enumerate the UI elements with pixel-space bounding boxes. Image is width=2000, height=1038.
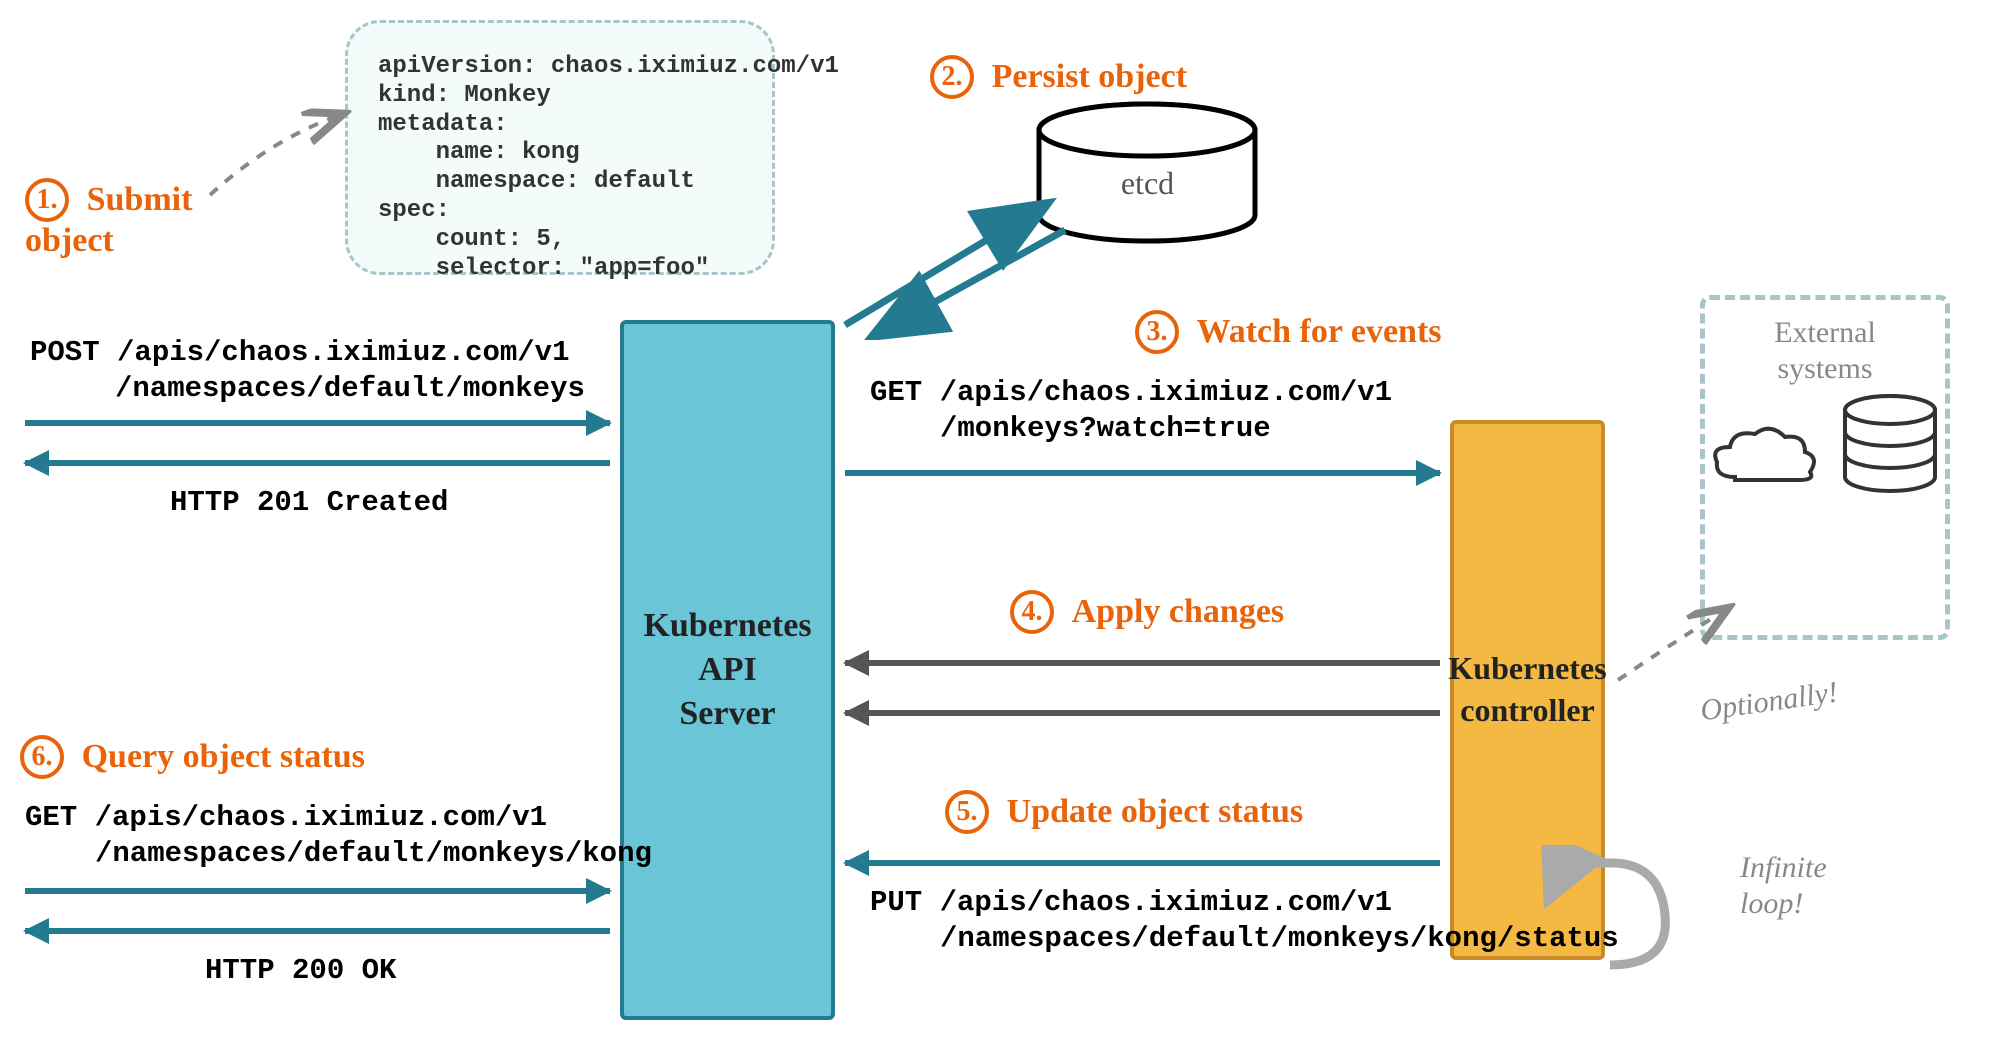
get-watch-text: GET /apis/chaos.iximiuz.com/v1 /monkeys?…	[870, 375, 1392, 448]
arrow-post-resp	[25, 460, 610, 466]
pointer-arrow-external	[1610, 595, 1740, 690]
step-badge-6: 6.	[20, 735, 64, 779]
step-5: 5. Update object status	[945, 790, 1303, 834]
step-label-4: Apply changes	[1072, 593, 1285, 630]
note-infinite: Infiniteloop!	[1740, 850, 1827, 922]
cloud-icon	[1705, 422, 1825, 502]
arrow-post-req	[25, 420, 610, 426]
yaml-manifest-box: apiVersion: chaos.iximiuz.com/v1 kind: M…	[345, 20, 775, 275]
step-label-3: Watch for events	[1197, 313, 1442, 350]
api-server-box: KubernetesAPIServer	[620, 320, 835, 1020]
step-6: 6. Query object status	[20, 735, 365, 779]
external-systems-box: Externalsystems	[1700, 295, 1950, 640]
step-label-5: Update object status	[1007, 793, 1304, 830]
step-label-2: Persist object	[992, 58, 1187, 95]
post-request-text: POST /apis/chaos.iximiuz.com/v1 /namespa…	[30, 335, 585, 408]
pointer-arrow-yaml	[200, 100, 360, 210]
infinite-loop-arrow	[1455, 845, 1685, 1020]
arrow-put-status	[845, 860, 1440, 866]
step-2: 2. Persist object	[930, 55, 1187, 99]
api-server-label: KubernetesAPIServer	[643, 604, 811, 737]
arrow-get-status-resp	[25, 928, 610, 934]
arrow-get-status-req	[25, 888, 610, 894]
get-status-text: GET /apis/chaos.iximiuz.com/v1 /namespac…	[25, 800, 652, 873]
database-icon	[1835, 392, 1945, 502]
resp-201: HTTP 201 Created	[170, 485, 448, 521]
step-label-6: Query object status	[82, 738, 365, 775]
step-badge-4: 4.	[1010, 590, 1054, 634]
step-3: 3. Watch for events	[1135, 310, 1442, 354]
step-badge-2: 2.	[930, 55, 974, 99]
resp-200: HTTP 200 OK	[205, 953, 396, 989]
step-badge-5: 5.	[945, 790, 989, 834]
arrows-etcd	[820, 180, 1080, 340]
step-badge-1: 1.	[25, 178, 69, 222]
controller-label: Kubernetescontroller	[1448, 648, 1606, 731]
arrow-apply-1	[845, 660, 1440, 666]
step-1: 1. Submitobject	[25, 178, 192, 260]
step-4: 4. Apply changes	[1010, 590, 1284, 634]
arrow-apply-2	[845, 710, 1440, 716]
arrow-watch	[845, 470, 1440, 476]
external-label: Externalsystems	[1705, 315, 1945, 387]
yaml-content: apiVersion: chaos.iximiuz.com/v1 kind: M…	[378, 53, 742, 283]
step-badge-3: 3.	[1135, 310, 1179, 354]
